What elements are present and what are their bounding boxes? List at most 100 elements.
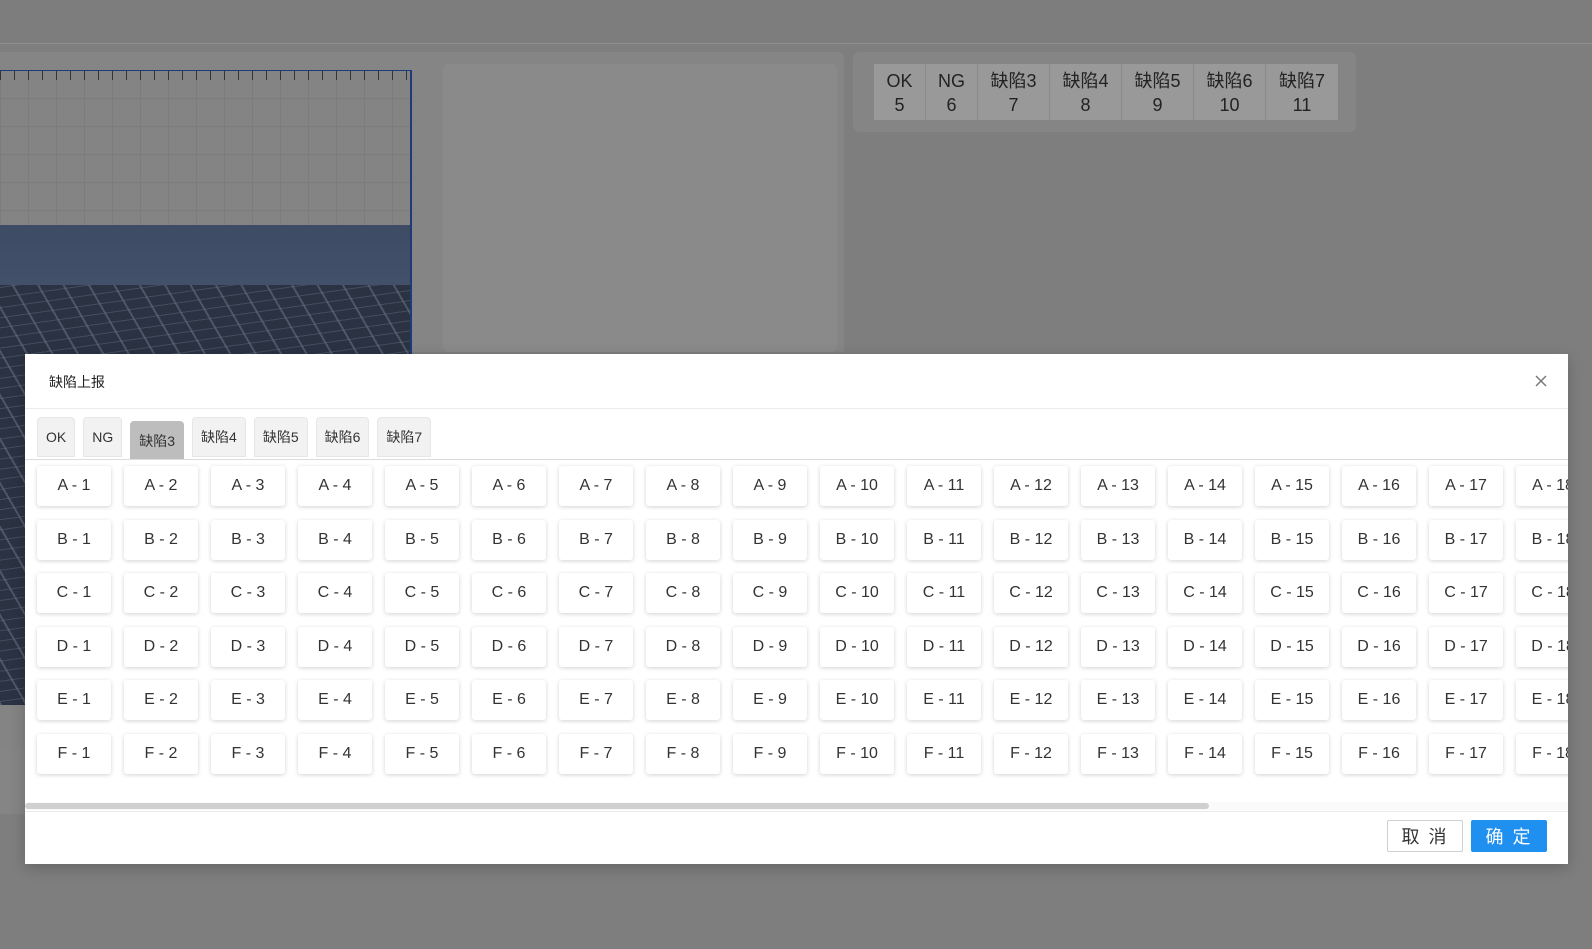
position-cell[interactable]: C - 14 [1168, 573, 1242, 613]
position-cell[interactable]: A - 15 [1255, 466, 1329, 506]
position-cell[interactable]: F - 10 [820, 733, 894, 774]
position-cell[interactable]: D - 10 [820, 626, 894, 667]
close-button[interactable] [1530, 370, 1552, 392]
position-cell[interactable]: C - 9 [733, 573, 807, 613]
position-cell[interactable]: E - 10 [820, 680, 894, 720]
position-cell[interactable]: E - 4 [298, 680, 372, 720]
position-cell[interactable]: E - 13 [1081, 680, 1155, 720]
position-cell[interactable]: E - 12 [994, 680, 1068, 720]
position-cell[interactable]: C - 13 [1081, 573, 1155, 613]
position-cell[interactable]: C - 1 [37, 573, 111, 613]
position-cell[interactable]: D - 16 [1342, 626, 1416, 667]
position-cell[interactable]: E - 8 [646, 680, 720, 720]
position-cell[interactable]: D - 12 [994, 626, 1068, 667]
position-cell[interactable]: F - 15 [1255, 733, 1329, 774]
tab-defect-type[interactable]: 缺陷4 [192, 417, 246, 457]
position-cell[interactable]: A - 2 [124, 466, 198, 506]
position-cell[interactable]: A - 9 [733, 466, 807, 506]
position-cell[interactable]: D - 2 [124, 626, 198, 667]
position-cell[interactable]: A - 13 [1081, 466, 1155, 506]
position-cell[interactable]: B - 6 [472, 519, 546, 560]
position-cell[interactable]: E - 11 [907, 680, 981, 720]
position-cell[interactable]: F - 1 [37, 733, 111, 774]
position-cell[interactable]: D - 17 [1429, 626, 1503, 667]
position-cell[interactable]: E - 1 [37, 680, 111, 720]
position-cell[interactable]: C - 16 [1342, 573, 1416, 613]
position-cell[interactable]: A - 1 [37, 466, 111, 506]
position-cell[interactable]: C - 10 [820, 573, 894, 613]
position-cell[interactable]: A - 5 [385, 466, 459, 506]
position-cell[interactable]: F - 11 [907, 733, 981, 774]
position-cell[interactable]: E - 3 [211, 680, 285, 720]
position-cell[interactable]: E - 9 [733, 680, 807, 720]
position-cell[interactable]: B - 18 [1516, 519, 1568, 560]
position-cell[interactable]: A - 8 [646, 466, 720, 506]
position-cell[interactable]: F - 9 [733, 733, 807, 774]
position-cell[interactable]: D - 15 [1255, 626, 1329, 667]
position-cell[interactable]: F - 6 [472, 733, 546, 774]
position-cell[interactable]: F - 14 [1168, 733, 1242, 774]
position-cell[interactable]: E - 7 [559, 680, 633, 720]
position-cell[interactable]: D - 18 [1516, 626, 1568, 667]
confirm-button[interactable]: 确 定 [1471, 820, 1547, 852]
position-cell[interactable]: C - 2 [124, 573, 198, 613]
position-cell[interactable]: D - 5 [385, 626, 459, 667]
position-cell[interactable]: D - 9 [733, 626, 807, 667]
position-cell[interactable]: C - 18 [1516, 573, 1568, 613]
position-cell[interactable]: C - 12 [994, 573, 1068, 613]
position-cell[interactable]: B - 10 [820, 519, 894, 560]
position-cell[interactable]: C - 5 [385, 573, 459, 613]
position-cell[interactable]: A - 18 [1516, 466, 1568, 506]
position-cell[interactable]: B - 15 [1255, 519, 1329, 560]
position-cell[interactable]: B - 1 [37, 519, 111, 560]
tab-defect-type[interactable]: 缺陷5 [253, 417, 308, 457]
position-cell[interactable]: A - 3 [211, 466, 285, 506]
position-cell[interactable]: C - 15 [1255, 573, 1329, 613]
position-cell[interactable]: F - 5 [385, 733, 459, 774]
position-cell[interactable]: E - 18 [1516, 680, 1568, 720]
position-cell[interactable]: E - 2 [124, 680, 198, 720]
position-cell[interactable]: D - 11 [907, 626, 981, 667]
scrollbar-thumb[interactable] [25, 803, 1209, 809]
position-cell[interactable]: F - 2 [124, 733, 198, 774]
tab-defect-type[interactable]: 缺陷7 [377, 417, 432, 457]
position-cell[interactable]: C - 11 [907, 573, 981, 613]
position-cell[interactable]: D - 14 [1168, 626, 1242, 667]
position-cell[interactable]: A - 12 [994, 466, 1068, 506]
position-cell[interactable]: E - 15 [1255, 680, 1329, 720]
position-cell[interactable]: E - 17 [1429, 680, 1503, 720]
position-cell[interactable]: D - 13 [1081, 626, 1155, 667]
tab-defect-type[interactable]: NG [83, 417, 123, 457]
position-cell[interactable]: B - 4 [298, 519, 372, 560]
position-cell[interactable]: A - 10 [820, 466, 894, 506]
position-cell[interactable]: A - 17 [1429, 466, 1503, 506]
position-cell[interactable]: F - 3 [211, 733, 285, 774]
position-cell[interactable]: E - 14 [1168, 680, 1242, 720]
position-cell[interactable]: B - 8 [646, 519, 720, 560]
position-cell[interactable]: B - 2 [124, 519, 198, 560]
position-cell[interactable]: D - 1 [37, 626, 111, 667]
horizontal-scrollbar[interactable] [25, 802, 1568, 810]
position-cell[interactable]: F - 17 [1429, 733, 1503, 774]
position-cell[interactable]: F - 7 [559, 733, 633, 774]
position-cell[interactable]: B - 7 [559, 519, 633, 560]
position-cell[interactable]: F - 13 [1081, 733, 1155, 774]
position-cell[interactable]: B - 9 [733, 519, 807, 560]
position-cell[interactable]: D - 6 [472, 626, 546, 667]
position-cell[interactable]: E - 6 [472, 680, 546, 720]
position-cell[interactable]: C - 4 [298, 573, 372, 613]
position-cell[interactable]: C - 3 [211, 573, 285, 613]
position-cell[interactable]: A - 7 [559, 466, 633, 506]
position-cell[interactable]: E - 16 [1342, 680, 1416, 720]
position-cell[interactable]: D - 8 [646, 626, 720, 667]
position-cell[interactable]: B - 14 [1168, 519, 1242, 560]
position-cell[interactable]: F - 8 [646, 733, 720, 774]
position-cell[interactable]: C - 6 [472, 573, 546, 613]
position-cell[interactable]: C - 7 [559, 573, 633, 613]
position-cell[interactable]: F - 18 [1516, 733, 1568, 774]
position-cell[interactable]: C - 8 [646, 573, 720, 613]
tab-defect-type[interactable]: 缺陷6 [315, 417, 370, 457]
position-cell[interactable]: B - 13 [1081, 519, 1155, 560]
position-cell[interactable]: B - 11 [907, 519, 981, 560]
position-cell[interactable]: A - 16 [1342, 466, 1416, 506]
